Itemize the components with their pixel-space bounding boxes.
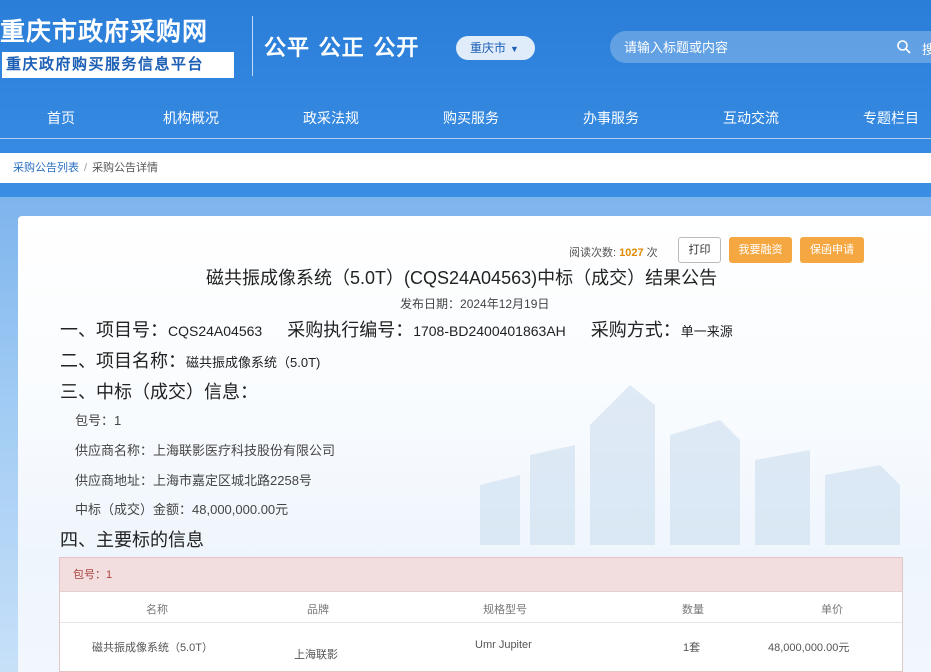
package-label: 包号： — [75, 413, 115, 428]
exec-number-label: 采购执行编号： — [287, 320, 414, 340]
cell-price: 48,000,000.00元 — [768, 642, 850, 654]
package-number: 1 — [114, 413, 122, 428]
award-amount-label: 中标（成交）金额： — [75, 502, 193, 517]
guarantee-button[interactable]: 保函申请 — [800, 237, 864, 263]
publish-date-label: 发布日期： — [400, 297, 461, 311]
project-number: CQS24A04563 — [168, 323, 263, 339]
header-divider — [252, 16, 253, 76]
notice-title: 磁共振成像系统（5.0T）(CQS24A04563)中标（成交）结果公告 — [206, 268, 718, 288]
award-amount: 48,000,000.00元 — [192, 502, 289, 517]
search-icon[interactable] — [896, 39, 912, 55]
search-box: 搜 — [610, 31, 931, 63]
section3-heading: 三、中标（成交）信息： — [60, 382, 258, 402]
cell-brand: 上海联影 — [294, 649, 338, 661]
breadcrumb-current: 采购公告详情 — [92, 162, 159, 174]
site-header: 重庆市政府采购网 重庆政府购买服务信息平台 公平 公正 公开 重庆市▼ 搜 — [0, 0, 931, 98]
section-project-name: 二、项目名称：磁共振成像系统（5.0T) — [60, 347, 320, 373]
nav-item-about[interactable]: 机构概况 — [141, 98, 241, 138]
supplier-address-field: 供应商地址：上海市嘉定区城北路2258号 — [75, 470, 312, 489]
column-header-price: 单价 — [821, 604, 843, 616]
nav-item-topics[interactable]: 专题栏目 — [841, 98, 931, 138]
main-nav: 首页 机构概况 政采法规 购买服务 办事服务 互动交流 专题栏目 — [0, 98, 931, 138]
site-logo[interactable]: 重庆市政府采购网 重庆政府购买服务信息平台 — [0, 8, 238, 84]
breadcrumb: 采购公告列表 / 采购公告详情 — [0, 153, 931, 183]
supplier-name: 上海联影医疗科技股份有限公司 — [153, 443, 336, 458]
breadcrumb-link-list[interactable]: 采购公告列表 — [13, 162, 79, 174]
supplier-name-field: 供应商名称：上海联影医疗科技股份有限公司 — [75, 440, 335, 459]
read-count-unit: 次 — [646, 247, 658, 259]
section-project-info: 一、项目号：CQS24A04563 采购执行编号：1708-BD24004018… — [60, 316, 733, 342]
city-select[interactable]: 重庆市 ▼ — [456, 36, 535, 60]
cell-quantity: 1套 — [683, 642, 701, 654]
table-row-divider — [60, 622, 902, 623]
package-field: 包号：1 — [75, 410, 121, 429]
cell-model: Umr Jupiter — [475, 639, 532, 651]
city-skyline-watermark — [480, 385, 900, 545]
column-header-model: 规格型号 — [483, 604, 527, 616]
supplier-name-label: 供应商名称： — [75, 443, 154, 458]
site-name: 重庆市政府采购网 — [0, 17, 209, 46]
procurement-method: 单一来源 — [680, 324, 733, 339]
read-count-value: 1027 — [619, 247, 644, 259]
section1-label: 一、项目号： — [60, 320, 168, 340]
method-label: 采购方式： — [590, 320, 681, 340]
read-count: 阅读次数: 1027 次 — [569, 244, 658, 260]
publish-date: 发布日期：2024年12月19日 — [400, 295, 549, 312]
print-button[interactable]: 打印 — [678, 237, 721, 263]
finance-button[interactable]: 我要融资 — [729, 237, 792, 263]
section2-label: 二、项目名称： — [60, 351, 186, 371]
slogan: 公平 公正 公开 — [264, 35, 420, 61]
supplier-address: 上海市嘉定区城北路2258号 — [153, 473, 312, 488]
nav-item-purchase-services[interactable]: 购买服务 — [421, 98, 521, 138]
search-button[interactable]: 搜 — [922, 39, 931, 58]
cell-name: 磁共振成像系统（5.0T） — [92, 642, 214, 654]
award-amount-field: 中标（成交）金额：48,000,000.00元 — [75, 499, 288, 518]
search-input[interactable] — [624, 31, 874, 63]
supplier-address-label: 供应商地址： — [75, 473, 154, 488]
site-subtitle: 重庆政府购买服务信息平台 — [2, 52, 234, 78]
section4-heading: 四、主要标的信息 — [60, 530, 204, 550]
column-header-name: 名称 — [146, 604, 168, 616]
publish-date-value: 2024年12月19日 — [460, 297, 550, 311]
project-name: 磁共振成像系统（5.0T) — [186, 355, 321, 370]
nav-divider — [0, 138, 931, 139]
nav-item-home[interactable]: 首页 — [11, 98, 111, 138]
nav-item-interaction[interactable]: 互动交流 — [701, 98, 801, 138]
package-header: 包号：1 — [60, 558, 902, 592]
read-count-label: 阅读次数: — [569, 247, 617, 259]
breadcrumb-separator: / — [84, 162, 88, 174]
subject-table: 包号：1 名称 品牌 规格型号 数量 单价 磁共振成像系统（5.0T） 上海联影… — [59, 557, 903, 672]
column-header-brand: 品牌 — [307, 604, 329, 616]
chevron-down-icon: ▼ — [510, 44, 519, 54]
nav-item-services[interactable]: 办事服务 — [561, 98, 661, 138]
nav-item-regulations[interactable]: 政采法规 — [281, 98, 381, 138]
column-header-quantity: 数量 — [682, 604, 704, 616]
city-select-label: 重庆市 — [470, 41, 507, 55]
exec-number: 1708-BD2400401863AH — [413, 323, 566, 339]
